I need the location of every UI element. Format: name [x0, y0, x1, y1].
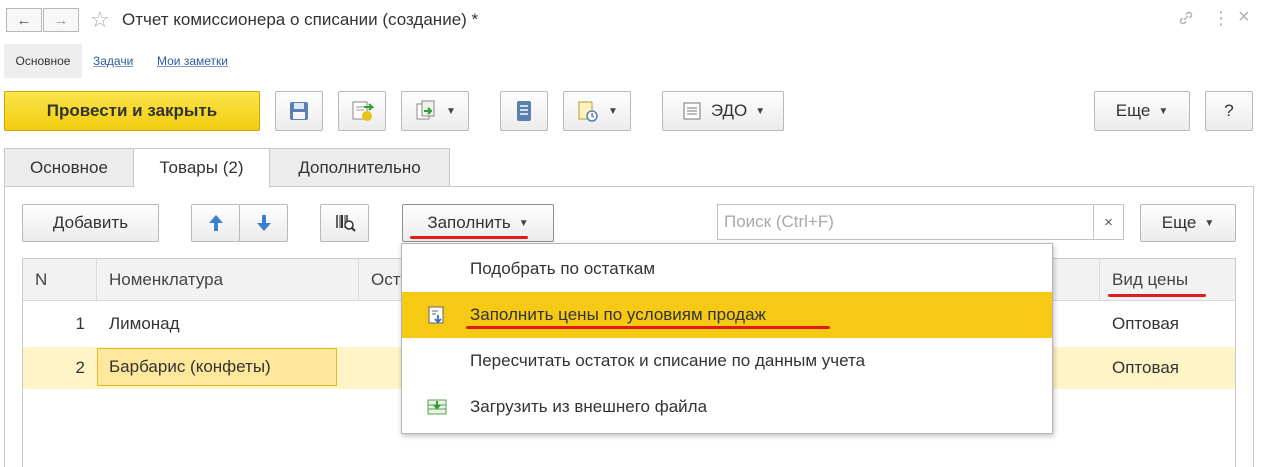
more-vertical-icon[interactable]: ⋮: [1212, 8, 1230, 29]
favorite-star-icon[interactable]: ☆: [90, 7, 110, 33]
floppy-disk-icon: [290, 102, 308, 120]
back-button[interactable]: ←: [6, 8, 42, 32]
more-button[interactable]: Еще ▼: [1094, 91, 1190, 131]
dropdown-caret-icon: ▼: [1158, 105, 1169, 117]
annotation-underline-price-type: [1108, 294, 1206, 297]
goods-more-button[interactable]: Еще ▼: [1140, 204, 1236, 242]
row-number: 1: [75, 314, 85, 333]
move-down-button[interactable]: [239, 204, 288, 242]
create-based-on-icon: [416, 100, 435, 120]
edo-button[interactable]: ЭДО ▼: [662, 91, 784, 131]
edo-icon: [683, 102, 701, 120]
close-icon[interactable]: ×: [1238, 6, 1250, 29]
column-header-balance[interactable]: Ост: [359, 259, 401, 301]
barcode-search-button[interactable]: [320, 204, 369, 242]
dropdown-caret-icon: ▼: [608, 105, 618, 117]
search-box: ×: [717, 204, 1124, 240]
post-and-close-button[interactable]: Провести и закрыть: [4, 91, 260, 131]
help-button[interactable]: ?: [1205, 91, 1253, 131]
nav-tasks[interactable]: Задачи: [93, 44, 133, 78]
nav-main[interactable]: Основное: [4, 44, 82, 78]
menu-item-label: Заполнить цены по условиям продаж: [470, 305, 766, 324]
annotation-underline-fill-prices: [466, 326, 830, 329]
journal-button[interactable]: [500, 91, 548, 131]
menu-item-recalculate[interactable]: Пересчитать остаток и списание по данным…: [402, 338, 1052, 384]
dropdown-caret-icon: ▼: [755, 105, 766, 117]
tab-main[interactable]: Основное: [4, 148, 134, 187]
row-number: 2: [75, 358, 85, 377]
more-label: Еще: [1115, 101, 1151, 120]
dropdown-caret-icon: ▼: [1204, 217, 1215, 229]
save-button[interactable]: [275, 91, 323, 131]
arrow-up-icon: [208, 215, 223, 231]
dropdown-caret-icon: ▼: [518, 217, 529, 229]
import-file-icon: [427, 399, 447, 415]
clear-search-icon[interactable]: ×: [1093, 205, 1123, 239]
tab-additional[interactable]: Дополнительно: [269, 148, 450, 187]
link-icon[interactable]: [1178, 10, 1194, 30]
nav-notes[interactable]: Мои заметки: [157, 44, 228, 78]
move-up-button[interactable]: [191, 204, 240, 242]
arrow-right-icon: →: [53, 11, 69, 29]
item-name: Лимонад: [109, 314, 180, 333]
menu-item-fill-prices[interactable]: Заполнить цены по условиям продаж: [402, 292, 1052, 338]
goods-more-label: Еще: [1161, 213, 1197, 232]
window-title: Отчет комиссионера о списании (создание)…: [122, 10, 479, 29]
arrow-left-icon: ←: [16, 11, 32, 29]
fill-label: Заполнить: [427, 213, 511, 232]
column-header-n[interactable]: N: [23, 259, 97, 301]
menu-item-label: Подобрать по остаткам: [470, 259, 656, 278]
item-name-active-cell[interactable]: Барбарис (конфеты): [97, 348, 337, 386]
post-button[interactable]: [338, 91, 386, 131]
search-input[interactable]: [718, 205, 1093, 239]
dropdown-caret-icon: ▼: [446, 105, 456, 117]
tab-goods[interactable]: Товары (2): [133, 148, 270, 188]
fill-prices-icon: [428, 306, 444, 324]
create-based-on-button[interactable]: ▼: [401, 91, 469, 131]
barcode-search-icon: [335, 215, 356, 232]
related-documents-button[interactable]: ▼: [563, 91, 631, 131]
menu-item-select-by-balance[interactable]: Подобрать по остаткам: [402, 246, 1052, 292]
post-document-icon: [352, 101, 374, 121]
annotation-underline-fill: [410, 236, 528, 239]
edo-label: ЭДО: [710, 101, 748, 120]
price-type: Оптовая: [1112, 358, 1179, 377]
menu-item-import-file[interactable]: Загрузить из внешнего файла: [402, 384, 1052, 430]
journal-list-icon: [517, 101, 531, 121]
arrow-down-icon: [256, 215, 271, 231]
forward-button[interactable]: →: [43, 8, 79, 32]
document-structure-icon: [578, 101, 598, 122]
menu-item-label: Пересчитать остаток и списание по данным…: [470, 351, 866, 370]
price-type: Оптовая: [1112, 314, 1179, 333]
menu-item-label: Загрузить из внешнего файла: [470, 397, 708, 416]
column-header-item[interactable]: Номенклатура: [97, 259, 359, 301]
fill-dropdown-menu: Подобрать по остаткам Заполнить цены по …: [401, 243, 1053, 434]
add-row-button[interactable]: Добавить: [22, 204, 159, 242]
